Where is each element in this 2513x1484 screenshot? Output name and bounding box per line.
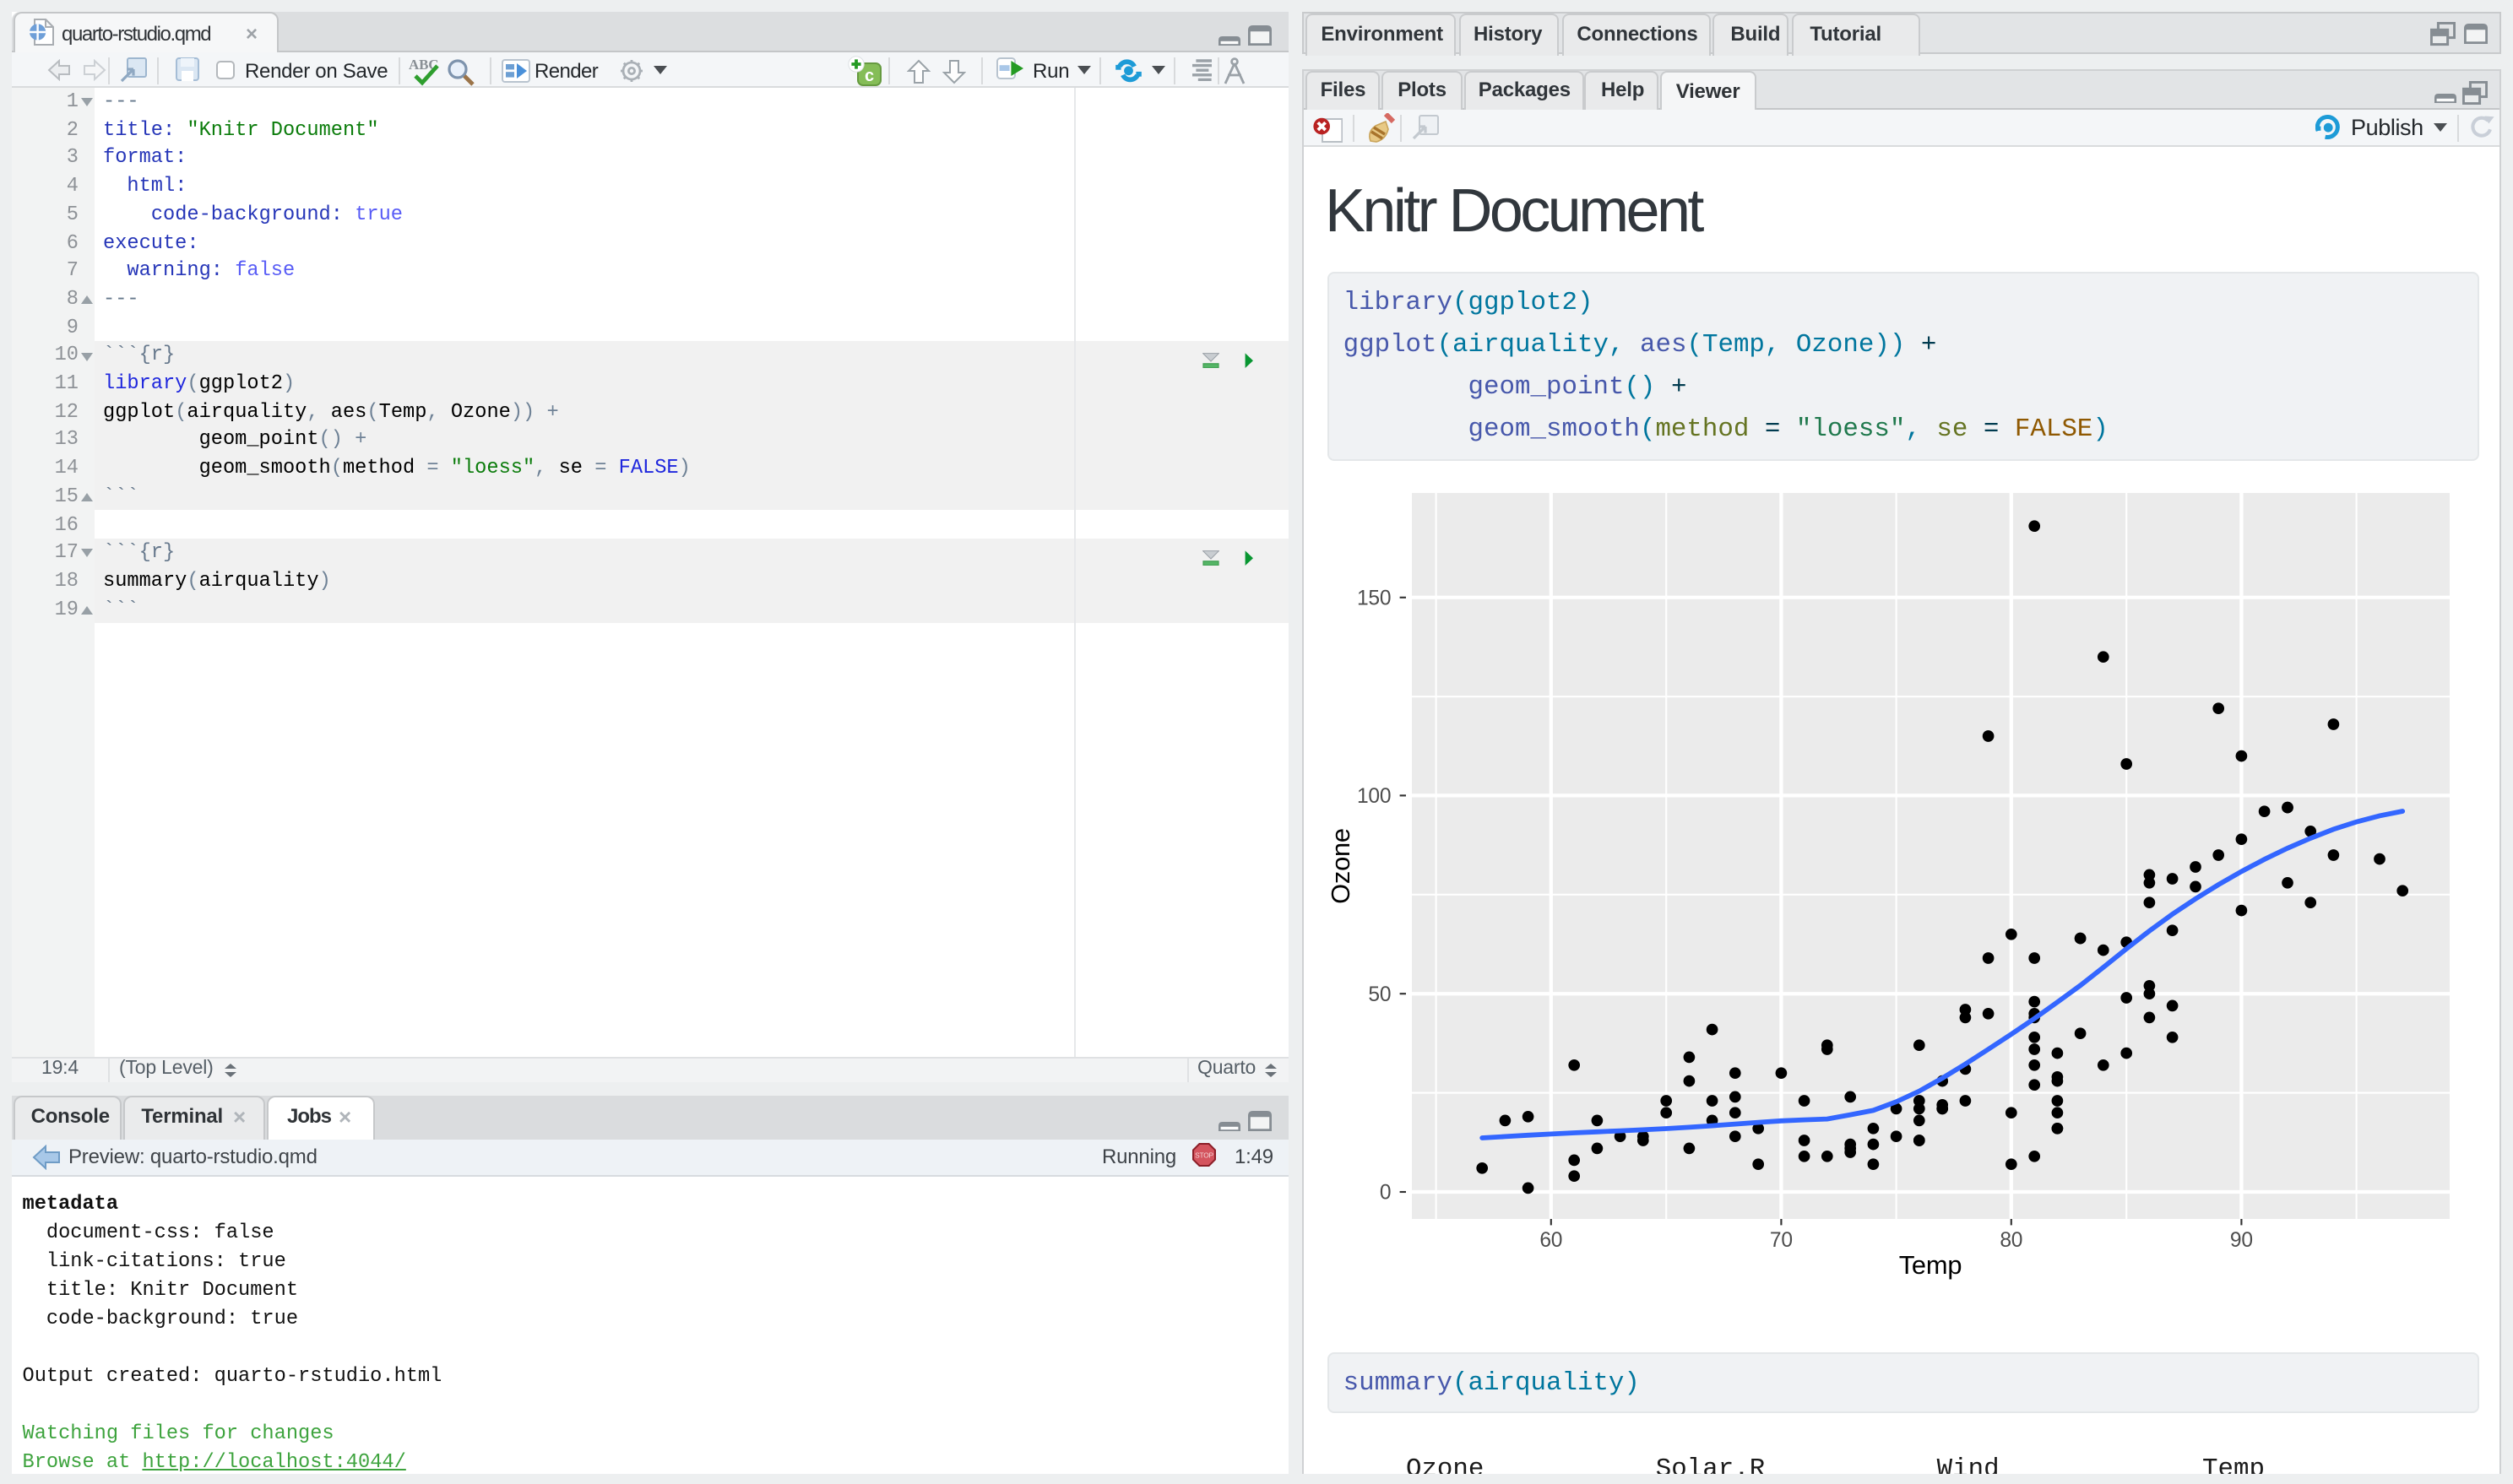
svg-text:90: 90: [2229, 1229, 2252, 1252]
svg-text:100: 100: [1356, 785, 1390, 808]
svg-text:STOP: STOP: [1195, 1151, 1213, 1160]
svg-text:150: 150: [1356, 587, 1390, 609]
svg-text:50: 50: [1367, 983, 1390, 1006]
svg-text:80: 80: [1999, 1229, 2022, 1252]
svg-text:Ozone: Ozone: [1327, 828, 1354, 904]
svg-text:70: 70: [1769, 1229, 1792, 1252]
svg-text:0: 0: [1379, 1182, 1390, 1205]
svg-text:60: 60: [1539, 1229, 1561, 1252]
svg-text:Temp: Temp: [1898, 1250, 1962, 1280]
svg-text:c: c: [864, 66, 873, 84]
